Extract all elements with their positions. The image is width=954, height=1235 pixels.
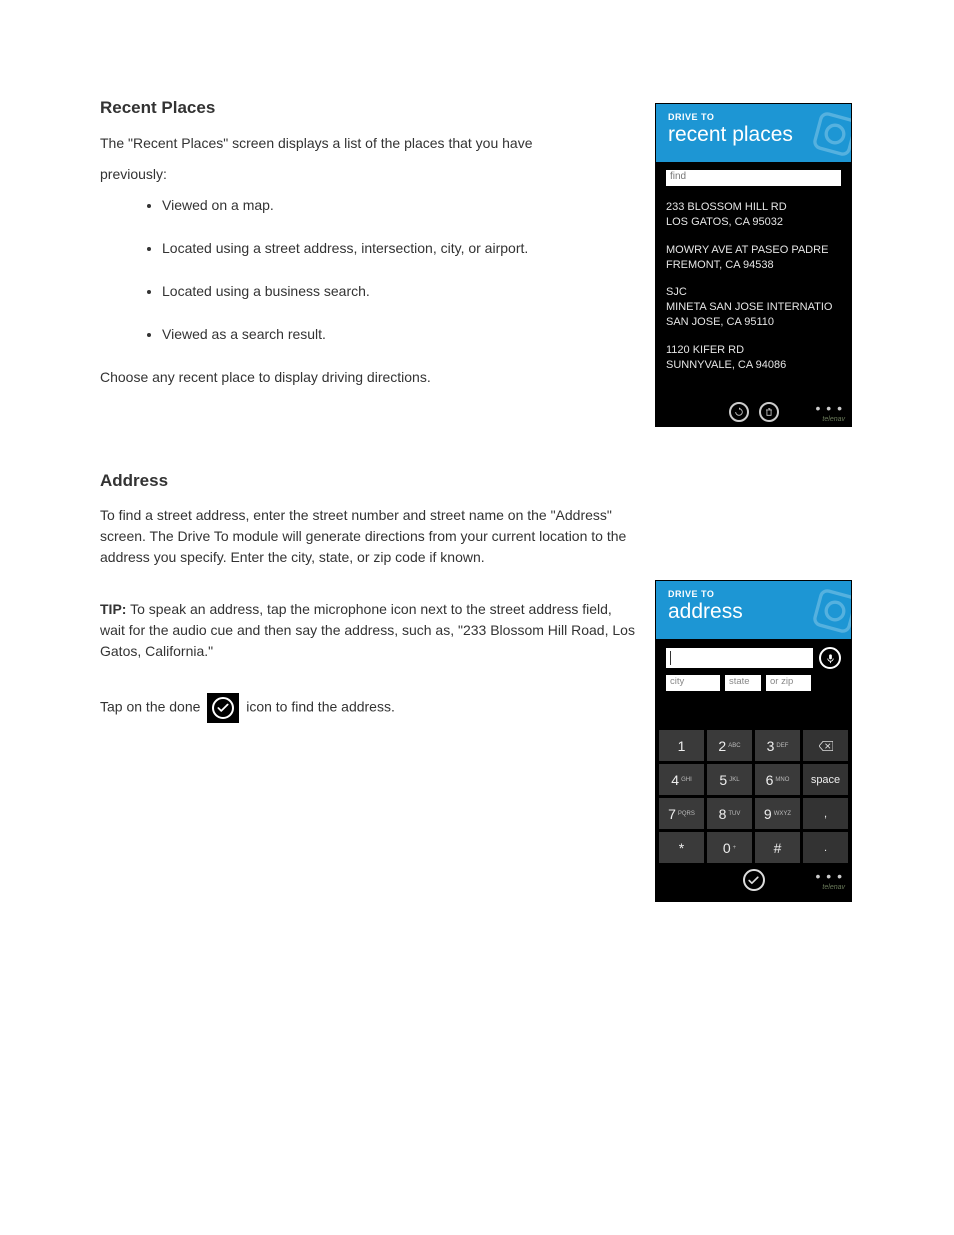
key-0[interactable]: 0+: [707, 832, 752, 863]
brand-label: telenav: [822, 884, 845, 891]
heading-address: Address: [100, 468, 640, 494]
list-item[interactable]: 233 BLOSSOM HILL RD LOS GATOS, CA 95032: [666, 194, 841, 237]
refresh-button[interactable]: [729, 402, 749, 422]
bullet-1: Viewed on a map.: [162, 195, 640, 216]
phone-header: DRIVE TO address: [656, 581, 851, 639]
backspace-icon: [819, 741, 833, 751]
voice-input-button[interactable]: [819, 647, 841, 669]
key-4[interactable]: 4GHI: [659, 764, 704, 795]
list-item[interactable]: SJC MINETA SAN JOSE INTERNATIO SAN JOSE,…: [666, 279, 841, 337]
phone-header: DRIVE TO recent places: [656, 104, 851, 162]
checkmark-icon: [207, 693, 239, 723]
done-icon-inline: [204, 693, 242, 723]
done-button[interactable]: [743, 869, 765, 891]
key-8[interactable]: 8TUV: [707, 798, 752, 829]
recent-intro-2: previously:: [100, 164, 640, 185]
key-7[interactable]: 7PQRS: [659, 798, 704, 829]
recent-outro: Choose any recent place to display drivi…: [100, 367, 640, 388]
phone-screenshot-address: DRIVE TO address city state or zip 1: [655, 580, 852, 902]
address-inputs: city state or zip: [656, 639, 851, 697]
key-5[interactable]: 5JKL: [707, 764, 752, 795]
trash-icon: [764, 407, 774, 417]
delete-button[interactable]: [759, 402, 779, 422]
key-2[interactable]: 2ABC: [707, 730, 752, 761]
street-address-input[interactable]: [666, 648, 813, 668]
heading-recent-places: Recent Places: [100, 95, 640, 121]
phone-screenshot-recent: DRIVE TO recent places find 233 BLOSSOM …: [655, 103, 852, 427]
key-space[interactable]: space: [803, 764, 848, 795]
find-input[interactable]: find: [666, 170, 841, 186]
state-input[interactable]: state: [725, 675, 761, 691]
list-item[interactable]: 1120 KIFER RD SUNNYVALE, CA 94086: [666, 337, 841, 380]
key-comma[interactable]: ,: [803, 798, 848, 829]
find-placeholder: find: [670, 171, 686, 182]
tip-label: TIP:: [100, 601, 126, 617]
key-3[interactable]: 3DEF: [755, 730, 800, 761]
key-hash[interactable]: #: [755, 832, 800, 863]
key-star[interactable]: *: [659, 832, 704, 863]
address-tip: TIP: To speak an address, tap the microp…: [100, 599, 640, 662]
phone-appbar: • • • telenav: [656, 866, 851, 894]
tip-text: To speak an address, tap the microphone …: [100, 601, 635, 659]
key-period[interactable]: .: [803, 832, 848, 863]
refresh-icon: [734, 407, 744, 417]
key-backspace[interactable]: [803, 730, 848, 761]
recent-places-list: 233 BLOSSOM HILL RD LOS GATOS, CA 95032 …: [656, 190, 851, 380]
recent-bullets: Viewed on a map. Located using a street …: [162, 195, 640, 345]
address-p1: To find a street address, enter the stre…: [100, 505, 640, 568]
microphone-icon: [825, 653, 836, 664]
phone-appbar: • • • telenav: [656, 398, 851, 426]
bullet-4: Viewed as a search result.: [162, 324, 640, 345]
key-1[interactable]: 1: [659, 730, 704, 761]
text-cursor: [670, 651, 671, 665]
compass-icon: [813, 112, 852, 156]
list-item[interactable]: MOWRY AVE AT PASEO PADRE FREMONT, CA 945…: [666, 237, 841, 280]
document-body: Recent Places The "Recent Places" screen…: [100, 95, 640, 733]
checkmark-icon: [747, 874, 760, 887]
number-keypad: 1 2ABC 3DEF 4GHI 5JKL 6MNO space 7PQRS 8…: [656, 727, 851, 866]
brand-label: telenav: [822, 416, 845, 423]
bullet-3: Located using a business search.: [162, 281, 640, 302]
done-pre: Tap on the done: [100, 699, 204, 715]
bullet-2: Located using a street address, intersec…: [162, 238, 640, 259]
done-post: icon to find the address.: [246, 699, 395, 715]
address-done: Tap on the done icon to find the address…: [100, 693, 640, 723]
compass-icon: [813, 589, 852, 633]
zip-input[interactable]: or zip: [766, 675, 811, 691]
key-9[interactable]: 9WXYZ: [755, 798, 800, 829]
city-input[interactable]: city: [666, 675, 720, 691]
key-6[interactable]: 6MNO: [755, 764, 800, 795]
recent-intro-1: The "Recent Places" screen displays a li…: [100, 133, 640, 154]
